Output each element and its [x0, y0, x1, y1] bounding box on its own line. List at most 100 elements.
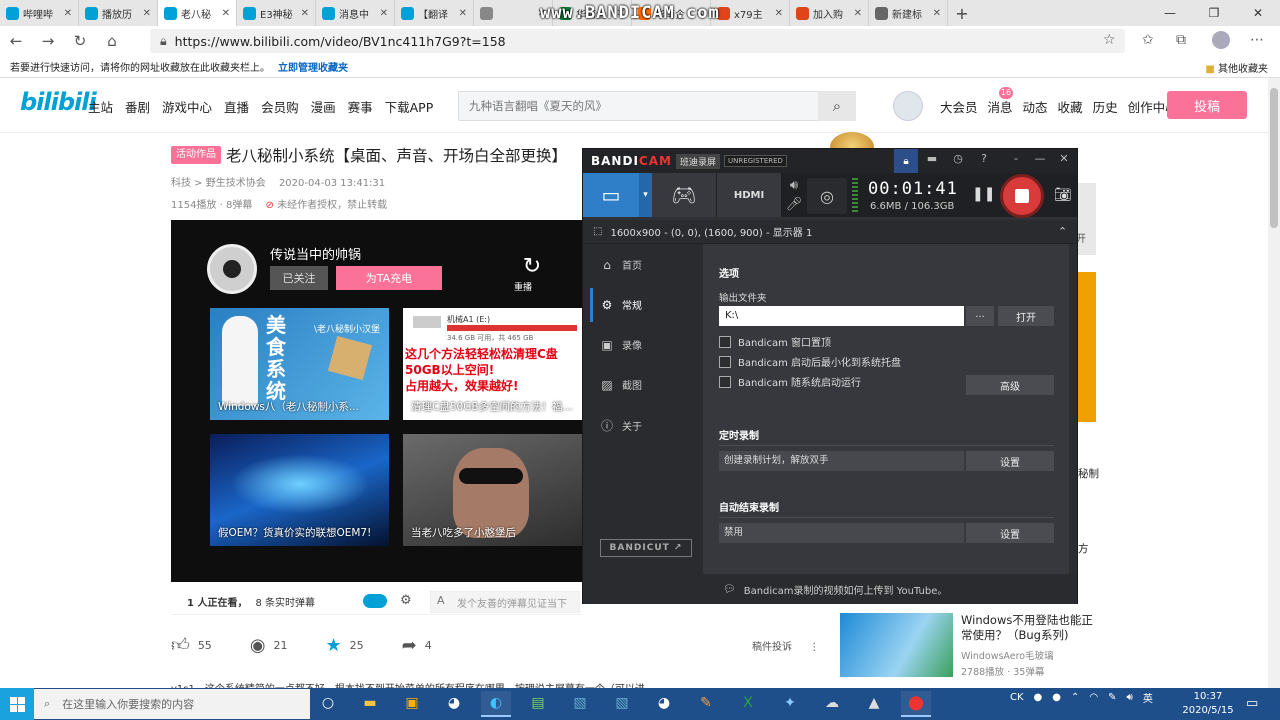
video-category[interactable]: 科技 > 野生技术协会	[171, 178, 266, 189]
bili-nav-item[interactable]: 赛事	[348, 97, 373, 116]
file-explorer-icon[interactable]: ▬	[355, 691, 385, 717]
bili-right-nav-item[interactable]: 历史	[1093, 97, 1118, 116]
folder-icon[interactable]: ▬	[922, 152, 942, 170]
hdmi-mode-icon[interactable]: HDMI	[717, 173, 781, 217]
game-mode-icon[interactable]: 🎮︎	[652, 173, 716, 217]
related-video-2[interactable]: 机械A1 (E:) 34.6 GB 可用，共 465 GB 这几个方法轻轻松松清…	[403, 308, 582, 420]
tab-close-icon[interactable]: ✕	[380, 8, 388, 19]
collapse-icon[interactable]: —	[1030, 152, 1050, 170]
tab-close-icon[interactable]: ✕	[459, 8, 467, 19]
bili-right-nav-item[interactable]: 动态	[1023, 97, 1048, 116]
other-favorites[interactable]: ■ 其他收藏夹	[1205, 60, 1268, 75]
nav-general[interactable]: ⚙ 常规	[600, 297, 642, 313]
excel-icon[interactable]: X	[733, 691, 763, 717]
volume-icon[interactable]: 🔊︎	[1127, 692, 1133, 703]
favorite-star-icon[interactable]: ☆	[1103, 32, 1116, 48]
tray-icon-1[interactable]: ●	[1034, 692, 1043, 703]
nav-video[interactable]: ▣ 录像	[600, 337, 642, 353]
task-view-icon[interactable]: ○	[313, 691, 343, 717]
danmaku-toggle[interactable]	[363, 594, 387, 608]
bili-right-nav-item[interactable]: 大会员	[940, 97, 978, 116]
mic-speaker-icons[interactable]: 🔊︎ 🎤︎	[784, 176, 804, 214]
qq-icon[interactable]: ◕	[439, 691, 469, 717]
bandicut-button[interactable]: BANDICUT ↗	[600, 539, 692, 557]
show-hidden-icon[interactable]: ⌃	[1071, 692, 1079, 703]
tab-close-icon[interactable]: ✕	[854, 8, 862, 19]
checkbox-box[interactable]	[719, 355, 731, 368]
bandicam-footer[interactable]: 💬︎ Bandicam录制的视频如何上传到 YouTube。	[583, 574, 1077, 604]
sidebar-ad[interactable]	[1078, 272, 1096, 422]
pen-icon[interactable]: ✎	[1108, 692, 1116, 703]
uploader-avatar[interactable]	[207, 244, 257, 294]
browser-tab[interactable]: 加入购 ✕	[790, 0, 869, 26]
search-icon[interactable]: ⌕	[818, 91, 856, 121]
nav-home[interactable]: ⌂ 首页	[600, 257, 642, 273]
more-vertical-icon[interactable]: ⋮	[809, 642, 819, 653]
tab-close-icon[interactable]: ✕	[222, 8, 230, 19]
topmost-checkbox[interactable]: Bandicam 窗口置顶	[719, 334, 831, 349]
bandicam-titlebar[interactable]: BANDICAM 班迪录屏 UNREGISTERED	[583, 149, 1077, 173]
tab-close-icon[interactable]: ✕	[933, 8, 941, 19]
language-indicator[interactable]: 英	[1143, 690, 1153, 705]
more-icon[interactable]: ⋯	[1250, 32, 1264, 48]
nav-about[interactable]: ⓘ 关于	[600, 417, 642, 434]
advanced-button[interactable]: 高级	[966, 375, 1054, 395]
refresh-icon[interactable]: ↻	[64, 32, 96, 50]
taskbar-clock[interactable]: 10:37 2020/5/15	[1180, 690, 1236, 718]
lock-icon[interactable]: 🔒︎	[894, 149, 918, 173]
app-icon-4[interactable]: ▧	[607, 691, 637, 717]
open-folder-button[interactable]: 打开	[998, 306, 1054, 326]
tab-close-icon[interactable]: ✕	[301, 8, 309, 19]
browser-tab[interactable]: 哔哩哔 ✕	[0, 0, 79, 26]
share-button[interactable]: ➦ 4	[402, 635, 432, 656]
tab-close-icon[interactable]: ✕	[64, 8, 72, 19]
webcam-icon[interactable]: ◎	[807, 178, 847, 214]
restore-button[interactable]: ❐	[1192, 0, 1236, 26]
avatar[interactable]	[893, 91, 923, 121]
back-icon[interactable]: ←	[0, 32, 32, 50]
favorites-icon[interactable]: ✩	[1142, 32, 1154, 48]
app-icon-6[interactable]: ✦	[775, 691, 805, 717]
new-tab-button[interactable]: +	[948, 4, 976, 23]
bili-nav-item[interactable]: 下载APP	[385, 97, 434, 116]
uploader-name[interactable]: 传说当中的帅锅	[270, 244, 361, 263]
capture-area-bar[interactable]: ⬚ 1600x900 - (0, 0), (1600, 900) - 显示器 1	[583, 220, 1077, 244]
bili-nav-item[interactable]: 主站	[88, 97, 113, 116]
browser-tab[interactable]: 老八秘 ✕	[158, 0, 237, 26]
app-icon-5[interactable]: ✎	[691, 691, 721, 717]
browser-tab[interactable]: x79主 ✕	[711, 0, 790, 26]
chevron-up-icon[interactable]: ⌃	[1058, 225, 1067, 238]
bili-nav-item[interactable]: 直播	[224, 97, 249, 116]
charge-button[interactable]: 为TA充电	[336, 266, 442, 290]
ime-indicator[interactable]: CK	[1010, 692, 1024, 703]
collections-icon[interactable]: ⧉	[1176, 32, 1186, 48]
browser-tab[interactable]: E3神秘 ✕	[237, 0, 316, 26]
replay-icon[interactable]: ↻	[520, 254, 544, 279]
danmaku-input[interactable]: 发个友善的弹幕见证当下	[430, 591, 580, 613]
danmaku-settings-icon[interactable]: ⚙	[400, 593, 412, 608]
minimize-tray-checkbox[interactable]: Bandicam 启动后最小化到系统托盘	[719, 354, 901, 369]
clock-icon[interactable]: ◷	[948, 152, 968, 170]
screen-record-mode-icon[interactable]: ▭	[583, 173, 639, 217]
checkbox-box[interactable]	[719, 375, 731, 388]
related-video-3[interactable]: 假OEM？货真价实的联想OEM7!	[210, 434, 389, 546]
help-icon[interactable]: ?	[974, 152, 994, 170]
home-icon[interactable]: ⌂	[96, 32, 128, 50]
app-icon-1[interactable]: ▣	[397, 691, 427, 717]
font-a-icon[interactable]: A	[437, 594, 445, 607]
stop-record-button[interactable]	[1000, 174, 1044, 218]
activity-tag[interactable]: 活动作品	[171, 146, 221, 164]
search-input[interactable]: 九种语言翻唱《夏天的风》	[458, 91, 856, 121]
minimize-icon[interactable]: -	[1006, 152, 1026, 170]
page-scrollbar-thumb[interactable]	[1270, 88, 1278, 228]
manage-favorites-link[interactable]: 立即管理收藏夹	[278, 59, 348, 74]
bili-nav-item[interactable]: 游戏中心	[162, 97, 212, 116]
minimize-button[interactable]: —	[1148, 0, 1192, 26]
related-video-1[interactable]: 美食系统 \老八秘制小汉堡 Windows八（老八秘制小系...	[210, 308, 389, 420]
timer-settings-button[interactable]: 设置	[966, 451, 1054, 471]
url-field[interactable]: 🔒︎ https://www.bilibili.com/video/BV1nc4…	[150, 29, 1125, 53]
coin-button[interactable]: ◉ 21	[250, 635, 288, 656]
browser-tab[interactable]: 播放历 ✕	[79, 0, 158, 26]
tab-close-icon[interactable]: ✕	[775, 8, 783, 19]
screenshot-camera-icon[interactable]: 📷︎	[1054, 187, 1072, 203]
